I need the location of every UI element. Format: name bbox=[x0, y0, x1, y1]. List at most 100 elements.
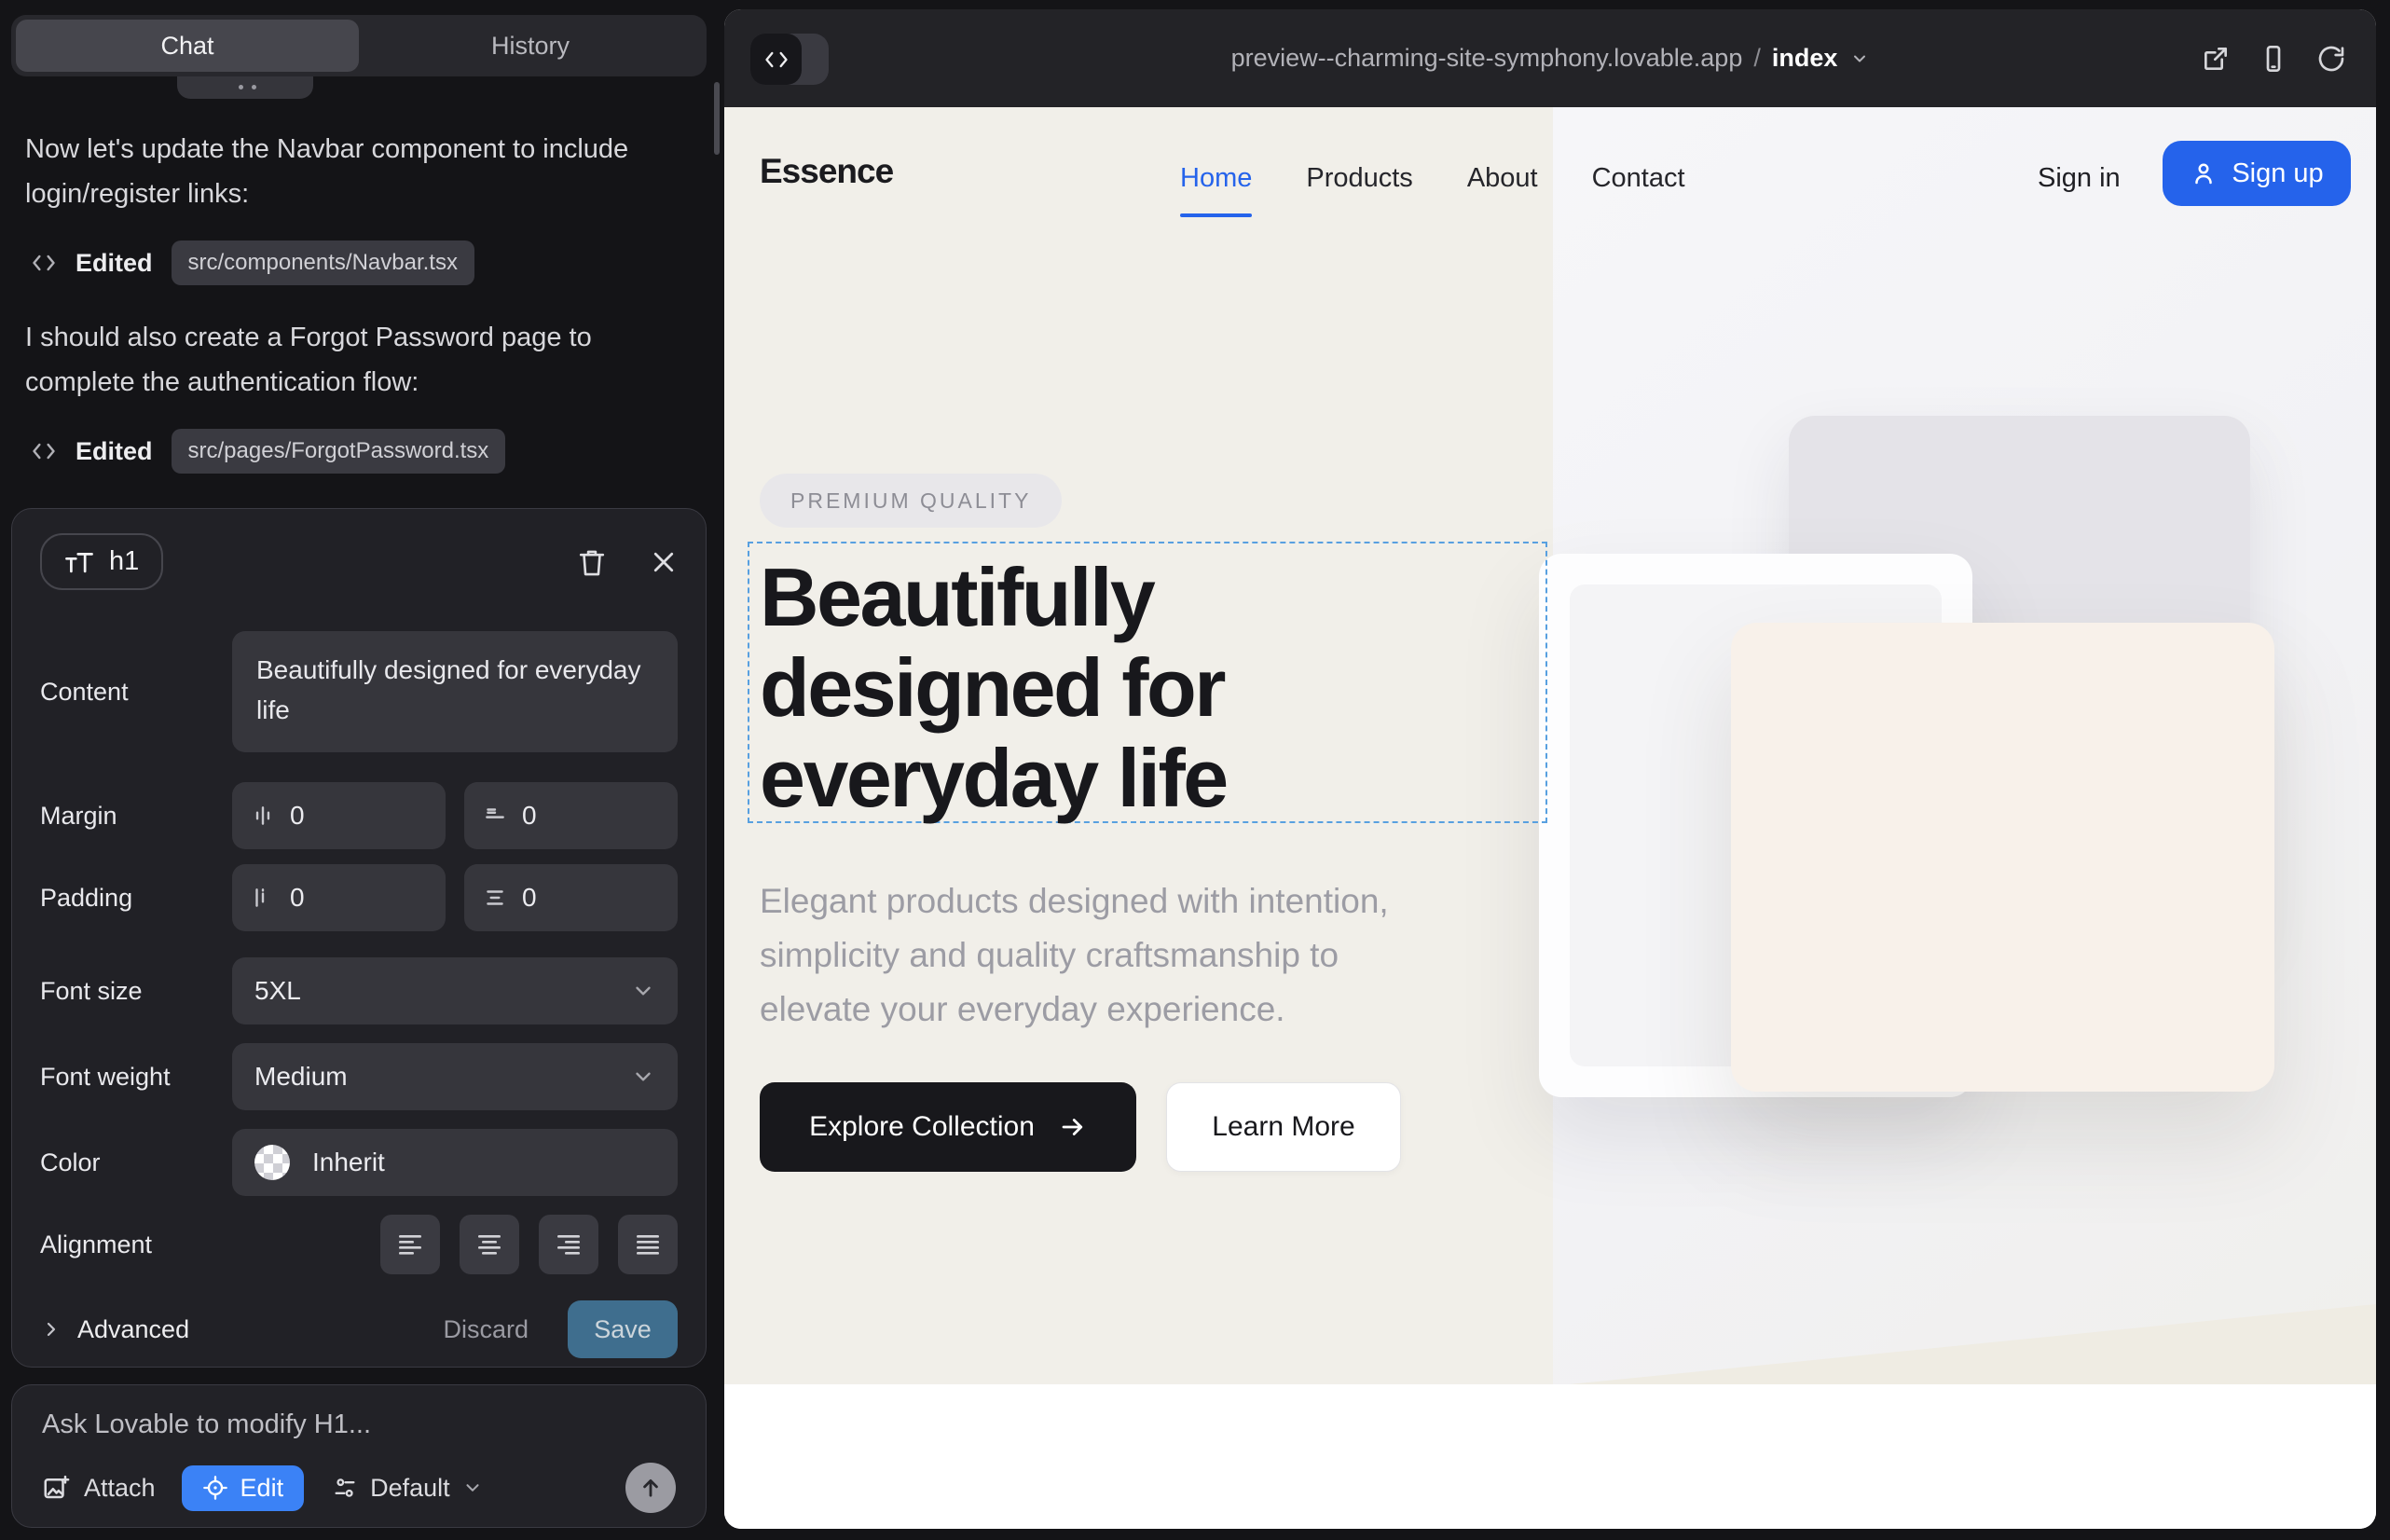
font-weight-value: Medium bbox=[254, 1062, 348, 1092]
address-host: preview--charming-site-symphony.lovable.… bbox=[1231, 44, 1743, 73]
chevron-down-icon bbox=[462, 1478, 483, 1498]
chevron-down-icon bbox=[631, 979, 655, 1003]
element-tag-pill: h1 bbox=[40, 533, 163, 590]
nav-link-home[interactable]: Home bbox=[1180, 163, 1252, 194]
code-icon bbox=[31, 252, 57, 274]
element-editor-panel: h1 Content Beautifully designed for ever… bbox=[11, 508, 707, 1368]
padding-x-value: 0 bbox=[290, 883, 305, 913]
section-below-hero bbox=[724, 1384, 2376, 1529]
chat-composer: Attach Edit Default bbox=[11, 1384, 707, 1528]
color-value: Inherit bbox=[312, 1148, 385, 1177]
margin-y-value: 0 bbox=[522, 801, 537, 831]
mode-selector[interactable]: Default bbox=[332, 1474, 483, 1503]
font-size-value: 5XL bbox=[254, 976, 301, 1006]
font-size-select[interactable]: 5XL bbox=[232, 957, 678, 1024]
align-justify-button[interactable] bbox=[618, 1215, 678, 1274]
code-knob bbox=[750, 34, 802, 85]
file-chip[interactable]: src/pages/ForgotPassword.tsx bbox=[172, 429, 506, 474]
save-button[interactable]: Save bbox=[568, 1300, 678, 1358]
advanced-label: Advanced bbox=[77, 1315, 189, 1344]
hero-headline[interactable]: Beautifully designed for everyday life bbox=[760, 552, 1227, 823]
font-weight-select[interactable]: Medium bbox=[232, 1043, 678, 1110]
content-input[interactable]: Beautifully designed for everyday life bbox=[232, 631, 678, 752]
site-logo[interactable]: Essence bbox=[760, 152, 893, 191]
file-chip[interactable]: src/components/Navbar.tsx bbox=[172, 241, 474, 285]
hero-headline-line: Beautifully bbox=[760, 552, 1227, 642]
margin-y-icon bbox=[483, 804, 507, 828]
editor-header: h1 bbox=[40, 533, 678, 590]
external-link-icon[interactable] bbox=[2201, 44, 2231, 74]
code-icon bbox=[31, 440, 57, 462]
nav-link-about[interactable]: About bbox=[1467, 163, 1538, 194]
sign-up-button[interactable]: Sign up bbox=[2163, 141, 2351, 206]
target-icon bbox=[202, 1475, 228, 1501]
font-weight-label: Font weight bbox=[40, 1063, 232, 1092]
sliders-icon bbox=[332, 1475, 358, 1501]
arrow-up-icon bbox=[638, 1475, 664, 1501]
edit-mode-button[interactable]: Edit bbox=[182, 1465, 305, 1511]
margin-row: Margin 0 0 bbox=[40, 782, 678, 849]
align-center-button[interactable] bbox=[460, 1215, 519, 1274]
address-separator: / bbox=[1753, 44, 1761, 73]
color-label: Color bbox=[40, 1148, 232, 1177]
preview-topbar: preview--charming-site-symphony.lovable.… bbox=[724, 9, 2376, 107]
alignment-row: Alignment bbox=[40, 1215, 678, 1274]
align-right-button[interactable] bbox=[539, 1215, 598, 1274]
close-icon bbox=[650, 548, 678, 576]
chevron-right-icon bbox=[40, 1318, 62, 1341]
padding-x-icon bbox=[251, 886, 275, 910]
margin-x-input[interactable]: 0 bbox=[232, 782, 446, 849]
hero-headline-line: everyday life bbox=[760, 733, 1227, 823]
color-row: Color Inherit bbox=[40, 1129, 678, 1196]
padding-y-value: 0 bbox=[522, 883, 537, 913]
mode-label: Default bbox=[370, 1474, 450, 1503]
chat-scrollbar[interactable] bbox=[714, 82, 720, 155]
tab-history[interactable]: History bbox=[359, 20, 702, 72]
align-left-icon bbox=[395, 1230, 425, 1259]
margin-x-value: 0 bbox=[290, 801, 305, 831]
chat-message: Now let's update the Navbar component to… bbox=[25, 127, 689, 216]
chevron-down-icon bbox=[631, 1065, 655, 1089]
align-left-button[interactable] bbox=[380, 1215, 440, 1274]
chat-message: I should also create a Forgot Password p… bbox=[25, 315, 689, 405]
site-canvas: Essence Home Products About Contact Sign… bbox=[724, 107, 2376, 1529]
hero-paragraph-line: elevate your everyday experience. bbox=[760, 983, 1389, 1037]
color-picker[interactable]: Inherit bbox=[232, 1129, 678, 1196]
content-row: Content Beautifully designed for everyda… bbox=[40, 631, 678, 752]
code-view-toggle[interactable] bbox=[750, 34, 829, 85]
attach-label: Attach bbox=[84, 1474, 156, 1503]
discard-button[interactable]: Discard bbox=[443, 1315, 529, 1344]
sign-in-link[interactable]: Sign in bbox=[2038, 163, 2121, 194]
nav-link-contact[interactable]: Contact bbox=[1592, 163, 1685, 194]
hero-badge: PREMIUM QUALITY bbox=[760, 474, 1062, 528]
smartphone-icon[interactable] bbox=[2259, 44, 2288, 74]
arrow-right-icon bbox=[1059, 1113, 1087, 1141]
close-panel-button[interactable] bbox=[650, 548, 678, 576]
learn-more-button[interactable]: Learn More bbox=[1166, 1082, 1401, 1172]
preview-window: preview--charming-site-symphony.lovable.… bbox=[724, 9, 2376, 1529]
advanced-toggle[interactable]: Advanced bbox=[40, 1315, 189, 1344]
edited-file-row: Edited src/components/Navbar.tsx bbox=[31, 241, 474, 285]
hero-headline-line: designed for bbox=[760, 642, 1227, 733]
tab-chat[interactable]: Chat bbox=[16, 20, 359, 72]
send-button[interactable] bbox=[625, 1463, 676, 1513]
trash-icon bbox=[577, 546, 607, 578]
refresh-icon[interactable] bbox=[2316, 44, 2346, 74]
attach-button[interactable]: Attach bbox=[42, 1474, 156, 1503]
font-weight-row: Font weight Medium bbox=[40, 1043, 678, 1110]
nav-link-products[interactable]: Products bbox=[1306, 163, 1412, 194]
alignment-label: Alignment bbox=[40, 1231, 232, 1259]
hero-paragraph-line: Elegant products designed with intention… bbox=[760, 874, 1389, 928]
padding-x-input[interactable]: 0 bbox=[232, 864, 446, 931]
address-bar[interactable]: preview--charming-site-symphony.lovable.… bbox=[1231, 44, 1870, 73]
padding-label: Padding bbox=[40, 884, 232, 913]
margin-y-input[interactable]: 0 bbox=[464, 782, 678, 849]
composer-input[interactable] bbox=[42, 1409, 676, 1440]
align-right-icon bbox=[554, 1230, 584, 1259]
editor-footer: Advanced Discard Save bbox=[40, 1300, 678, 1358]
padding-y-input[interactable]: 0 bbox=[464, 864, 678, 931]
delete-element-button[interactable] bbox=[577, 546, 607, 578]
font-size-row: Font size 5XL bbox=[40, 957, 678, 1024]
hero-paragraph-line: simplicity and quality craftsmanship to bbox=[760, 928, 1389, 983]
explore-collection-button[interactable]: Explore Collection bbox=[760, 1082, 1136, 1172]
